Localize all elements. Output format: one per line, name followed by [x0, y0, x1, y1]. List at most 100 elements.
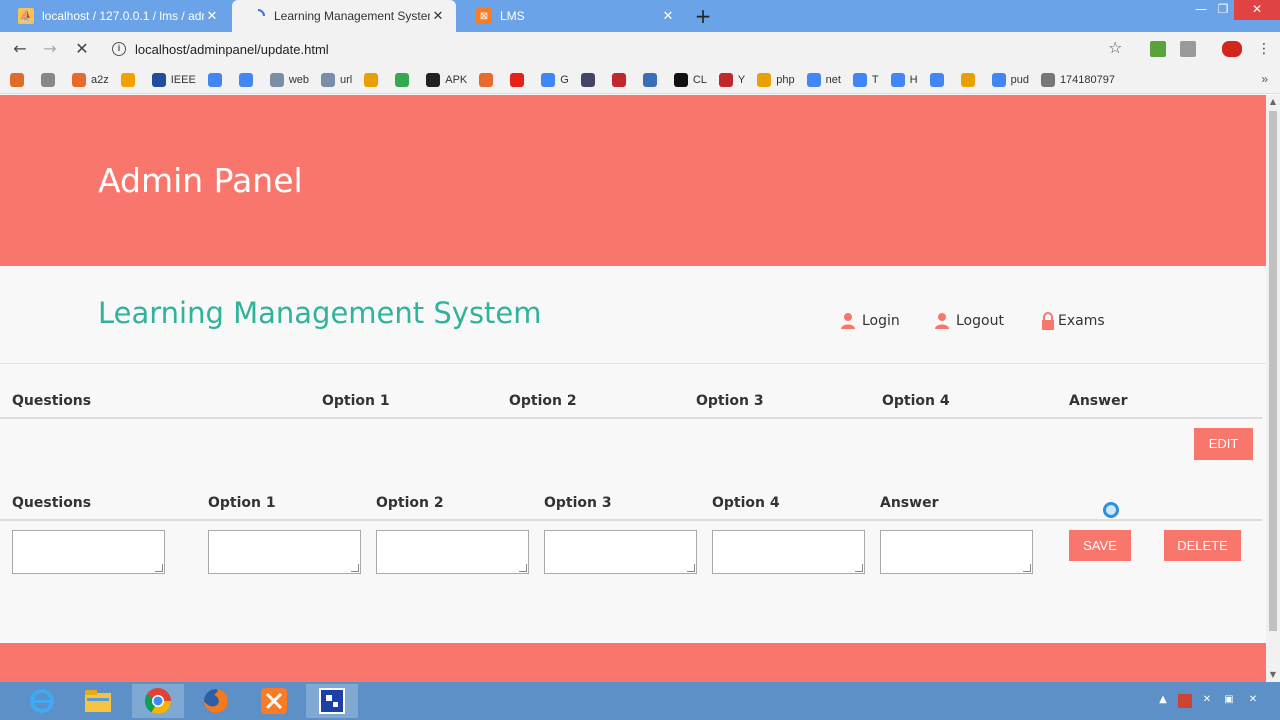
column-header: Answer: [880, 495, 939, 511]
edit-button[interactable]: EDIT: [1194, 428, 1253, 460]
bookmark-star-icon[interactable]: ☆: [1108, 38, 1122, 57]
browser-toolbar: ← → ✕ i localhost/adminpanel/update.html…: [0, 32, 1280, 66]
admin-banner: Admin Panel: [0, 95, 1266, 266]
info-icon[interactable]: i: [112, 42, 126, 56]
loading-spinner-icon: [250, 8, 266, 24]
user-icon: [934, 312, 950, 330]
bookmark-item[interactable]: CL: [673, 72, 707, 87]
scroll-down-icon[interactable]: ▼: [1266, 668, 1280, 682]
bookmark-favicon-icon: [364, 72, 379, 87]
bookmark-item[interactable]: [120, 72, 140, 87]
tray-icon[interactable]: ▣: [1222, 694, 1236, 708]
bookmark-item[interactable]: url: [321, 72, 352, 87]
network-icon[interactable]: ✕: [1200, 694, 1214, 708]
tab-phpmyadmin[interactable]: ⛵ localhost / 127.0.0.1 / lms / adm ✕: [0, 0, 230, 32]
bookmark-item[interactable]: net: [806, 72, 841, 87]
bookmark-item[interactable]: a2z: [72, 72, 109, 87]
address-bar[interactable]: i localhost/adminpanel/update.html: [104, 35, 1138, 63]
tray-app-icon[interactable]: [1178, 694, 1192, 708]
app-icon[interactable]: [306, 684, 358, 718]
bookmark-item[interactable]: Y: [718, 72, 745, 87]
bookmark-item[interactable]: [364, 72, 383, 87]
bookmark-item[interactable]: [642, 72, 662, 87]
firefox-icon[interactable]: [190, 684, 242, 718]
xampp-icon[interactable]: [248, 684, 300, 718]
nav-login[interactable]: Login: [840, 312, 900, 330]
tray-expand-icon[interactable]: ▲: [1156, 694, 1170, 708]
bookmark-item[interactable]: [611, 72, 631, 87]
chrome-icon[interactable]: [132, 684, 184, 718]
question-textarea[interactable]: [12, 530, 165, 574]
tab-title: Learning Management System: [274, 9, 430, 23]
scroll-up-icon[interactable]: ▲: [1266, 95, 1280, 109]
bookmark-item[interactable]: APK: [426, 72, 467, 87]
answer-textarea[interactable]: [880, 530, 1033, 574]
bookmark-item[interactable]: H: [890, 72, 918, 87]
back-arrow-icon[interactable]: ←: [8, 38, 32, 60]
bookmark-item[interactable]: web: [269, 72, 310, 87]
forward-arrow-icon[interactable]: →: [38, 38, 62, 60]
tab-learning-management[interactable]: Learning Management System ✕: [232, 0, 456, 32]
window-close-icon[interactable]: ✕: [1234, 0, 1280, 20]
browser-tab-strip: ⛵ localhost / 127.0.0.1 / lms / adm ✕ Le…: [0, 0, 1280, 32]
bookmark-favicon-icon: [642, 72, 657, 87]
bookmark-item[interactable]: [479, 72, 498, 87]
bookmark-favicon-icon: [510, 72, 525, 87]
option3-textarea[interactable]: [544, 530, 697, 574]
option4-textarea[interactable]: [712, 530, 865, 574]
bookmark-favicon-icon: [806, 72, 821, 87]
extension-gray-icon[interactable]: [1180, 41, 1196, 57]
bookmark-item[interactable]: [395, 72, 414, 87]
bookmarks-overflow-icon[interactable]: »: [1261, 72, 1268, 86]
site-title[interactable]: Learning Management System: [98, 296, 542, 330]
bookmark-item[interactable]: [580, 72, 600, 87]
close-icon[interactable]: ✕: [660, 8, 676, 24]
bookmark-item[interactable]: [41, 72, 60, 87]
bookmark-item[interactable]: 174180797: [1040, 72, 1115, 87]
bookmark-favicon-icon: [929, 72, 944, 87]
nav-exams[interactable]: Exams: [1040, 312, 1105, 330]
close-icon[interactable]: ✕: [204, 8, 220, 24]
bookmark-item[interactable]: [960, 72, 980, 87]
bookmark-item[interactable]: [929, 72, 949, 87]
page-content: Admin Panel Learning Management System L…: [0, 95, 1266, 682]
bookmark-item[interactable]: [238, 72, 258, 87]
page-scrollbar[interactable]: ▲ ▼: [1266, 95, 1280, 682]
tab-lms[interactable]: ⊠ LMS ✕: [458, 0, 686, 32]
stop-loading-icon[interactable]: ✕: [70, 38, 94, 60]
bookmark-item[interactable]: T: [852, 72, 879, 87]
option1-textarea[interactable]: [208, 530, 361, 574]
bookmark-label: web: [288, 73, 310, 86]
bookmark-favicon-icon: [321, 72, 336, 87]
bookmark-item[interactable]: [207, 72, 227, 87]
file-explorer-icon[interactable]: [72, 684, 124, 718]
extension-red-icon[interactable]: [1222, 41, 1242, 57]
bookmark-favicon-icon: [151, 72, 166, 87]
new-tab-button[interactable]: +: [692, 4, 714, 28]
delete-button[interactable]: DELETE: [1164, 530, 1241, 561]
bookmark-favicon-icon: [1040, 72, 1055, 87]
bookmark-favicon-icon: [395, 72, 410, 87]
close-icon[interactable]: ✕: [430, 8, 446, 24]
nav-logout[interactable]: Logout: [934, 312, 1004, 330]
edit-table-header: Questions Option 1 Option 2 Option 3 Opt…: [0, 491, 1262, 521]
lock-icon: [1040, 312, 1056, 330]
bookmark-item[interactable]: [510, 72, 529, 87]
column-header: Questions: [12, 393, 92, 409]
menu-kebab-icon[interactable]: ⋮: [1252, 38, 1276, 60]
bookmark-item[interactable]: [10, 72, 29, 87]
extension-chart-icon[interactable]: [1150, 41, 1166, 57]
volume-muted-icon[interactable]: ✕: [1246, 694, 1260, 708]
option2-textarea[interactable]: [376, 530, 529, 574]
bookmark-favicon-icon: [10, 72, 24, 87]
save-button[interactable]: SAVE: [1069, 530, 1131, 561]
bookmark-item[interactable]: pud: [991, 72, 1029, 87]
nav-exams-label: Exams: [1058, 313, 1105, 329]
internet-explorer-icon[interactable]: [16, 684, 68, 718]
bookmark-item[interactable]: php: [757, 72, 795, 87]
scroll-thumb[interactable]: [1269, 111, 1277, 631]
column-header: Option 1: [208, 495, 276, 511]
bookmark-item[interactable]: IEEE: [151, 72, 196, 87]
bookmark-item[interactable]: G: [541, 72, 569, 87]
bookmark-favicon-icon: [479, 72, 494, 87]
